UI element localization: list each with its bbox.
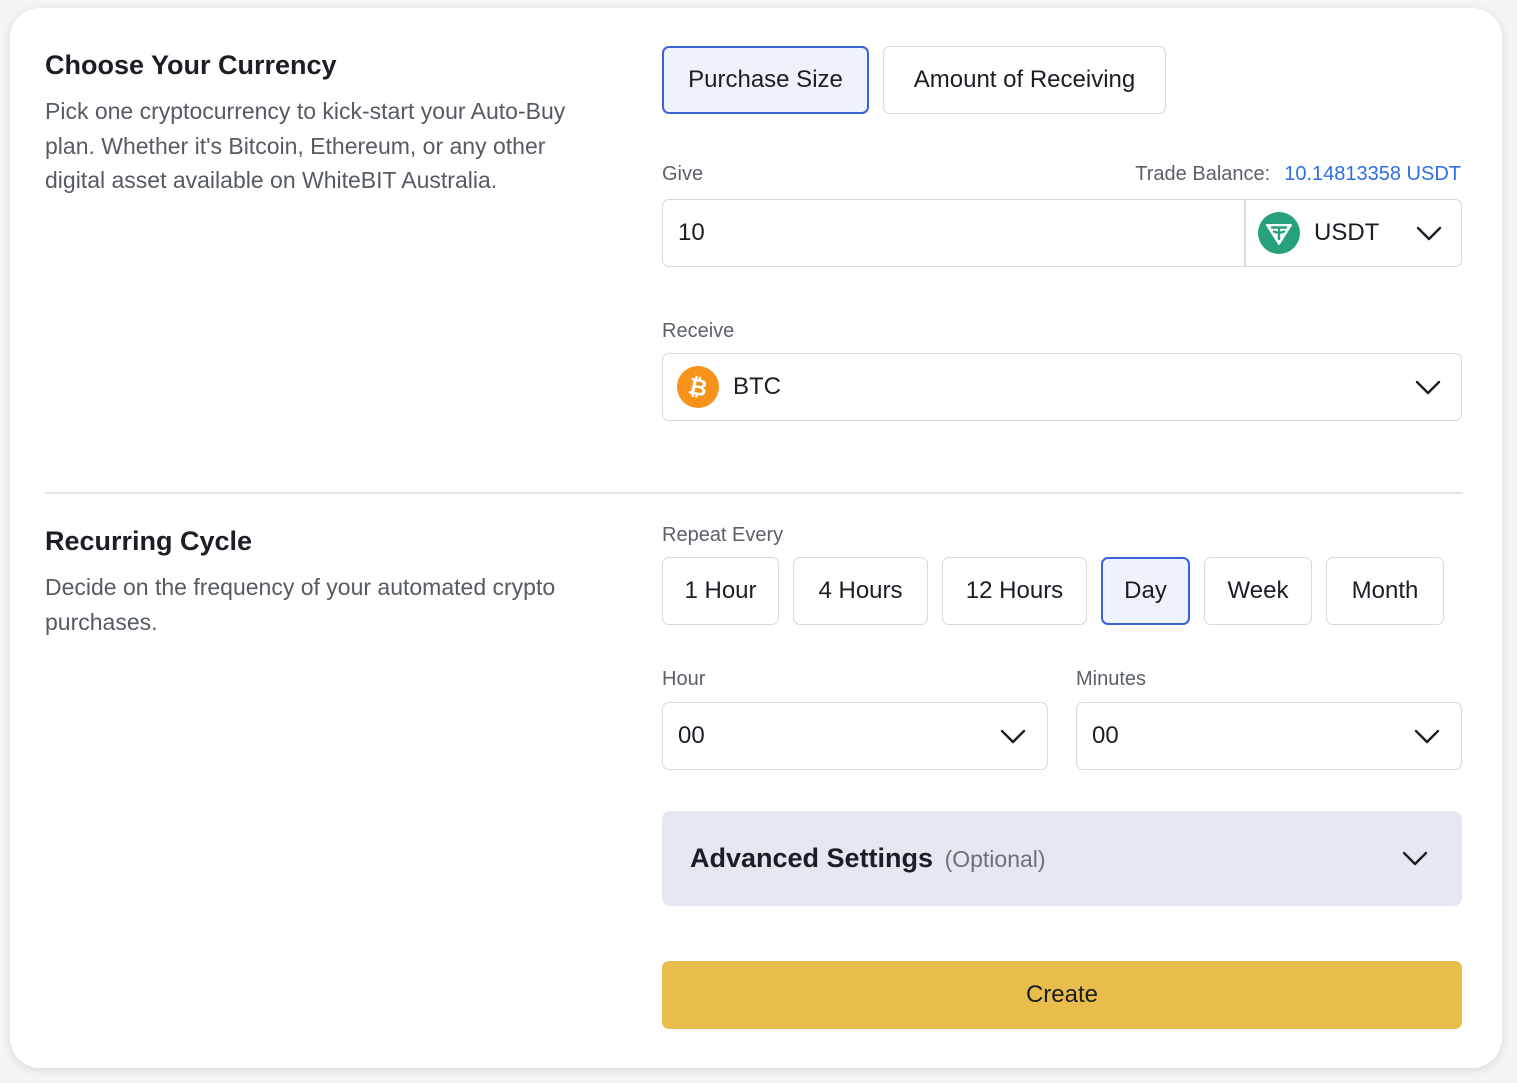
minutes-value: 00	[1092, 722, 1119, 749]
advanced-settings-label: Advanced Settings	[690, 843, 934, 873]
receive-currency-select[interactable]: ₿ BTC	[662, 353, 1462, 421]
repeat-option-week[interactable]: Week	[1204, 557, 1312, 625]
chevron-down-icon	[1402, 851, 1428, 866]
give-currency-label: USDT	[1314, 219, 1380, 246]
receive-currency-label: BTC	[733, 373, 781, 400]
repeat-every-label: Repeat Every	[662, 524, 784, 546]
repeat-option-1-hour[interactable]: 1 Hour	[662, 557, 779, 625]
hour-label: Hour	[662, 668, 706, 690]
recurring-section-title: Recurring Cycle	[45, 526, 253, 556]
currency-section-title: Choose Your Currency	[45, 50, 337, 80]
bitcoin-icon: ₿	[677, 366, 719, 408]
minutes-select[interactable]: 00	[1076, 702, 1462, 770]
receive-label: Receive	[662, 320, 735, 342]
trade-balance: Trade Balance: 10.14813358 USDT	[1135, 163, 1461, 186]
advanced-settings-optional: (Optional)	[944, 846, 1046, 872]
give-currency-select[interactable]: USDT	[1246, 200, 1462, 266]
repeat-option-month[interactable]: Month	[1326, 557, 1444, 625]
give-amount-input[interactable]: 10	[678, 219, 705, 247]
repeat-option-day[interactable]: Day	[1101, 557, 1190, 625]
repeat-option-4-hours[interactable]: 4 Hours	[793, 557, 928, 625]
purchase-size-toggle[interactable]: Purchase Size	[662, 46, 869, 114]
chevron-down-icon	[1415, 380, 1441, 395]
recurring-section-description: Decide on the frequency of your automate…	[45, 574, 556, 635]
hour-select[interactable]: 00	[662, 702, 1048, 770]
advanced-settings-toggle[interactable]: Advanced Settings (Optional)	[662, 811, 1462, 906]
advanced-settings-title: Advanced Settings (Optional)	[690, 843, 1046, 874]
give-label: Give	[662, 163, 704, 185]
amount-of-receiving-toggle[interactable]: Amount of Receiving	[883, 46, 1166, 114]
chevron-down-icon	[1414, 729, 1440, 744]
currency-section-description: Pick one cryptocurrency to kick-start yo…	[45, 98, 566, 193]
create-button[interactable]: Create	[662, 961, 1462, 1029]
auto-buy-card: Choose Your Currency Pick one cryptocurr…	[10, 8, 1502, 1068]
chevron-down-icon	[1416, 226, 1442, 241]
give-field: 10 USDT	[662, 199, 1462, 267]
section-divider	[45, 492, 1463, 494]
tether-icon	[1258, 212, 1300, 254]
trade-balance-value[interactable]: 10.14813358 USDT	[1284, 163, 1461, 186]
trade-balance-label: Trade Balance:	[1135, 163, 1271, 185]
minutes-label: Minutes	[1076, 668, 1147, 690]
hour-value: 00	[678, 722, 705, 749]
chevron-down-icon	[1000, 729, 1026, 744]
repeat-option-12-hours[interactable]: 12 Hours	[942, 557, 1087, 625]
